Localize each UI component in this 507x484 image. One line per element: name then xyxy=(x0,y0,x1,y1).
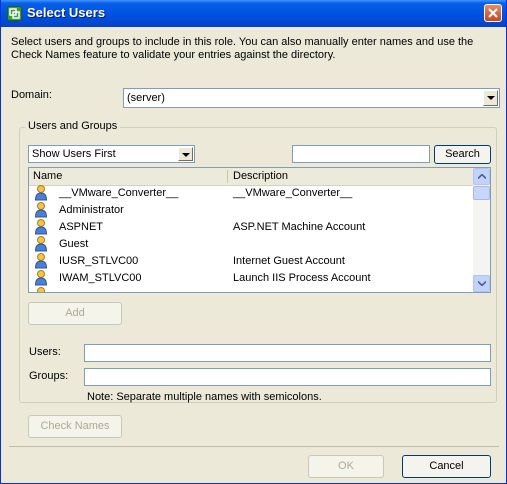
row-description: Launch IIS Process Account xyxy=(233,272,371,284)
search-button-label: Search xyxy=(445,148,480,160)
window-title: Select Users xyxy=(27,5,106,20)
note-text: Note: Separate multiple names with semic… xyxy=(87,391,322,403)
chevron-down-icon xyxy=(478,281,486,286)
user-icon xyxy=(37,287,45,292)
domain-label: Domain: xyxy=(11,89,52,101)
table-row[interactable]: __VMware_Converter__ __VMware_Converter_… xyxy=(29,185,473,202)
add-button[interactable]: Add xyxy=(28,302,122,325)
filter-select[interactable]: Show Users First xyxy=(28,145,195,163)
user-icon xyxy=(35,253,47,269)
user-icon xyxy=(35,185,47,201)
chevron-up-icon xyxy=(478,174,486,179)
users-and-groups-legend: Users and Groups xyxy=(25,120,121,132)
chevron-down-icon xyxy=(487,96,495,100)
user-icon xyxy=(35,236,47,252)
groups-label: Groups: xyxy=(29,370,69,382)
row-name: IUSR_STLVC00 xyxy=(59,255,139,267)
add-button-label: Add xyxy=(65,307,85,319)
row-name: IWAM_STLVC00 xyxy=(59,272,142,284)
row-description: __VMware_Converter__ xyxy=(233,187,353,199)
ok-button[interactable]: OK xyxy=(308,455,384,478)
users-label: Users: xyxy=(29,346,61,358)
cancel-button-label: Cancel xyxy=(429,460,464,472)
row-description: Internet Guest Account xyxy=(233,255,345,267)
domain-select[interactable]: (server) xyxy=(123,88,500,108)
select-users-dialog: Select Users Select users and groups to … xyxy=(0,0,507,484)
column-header-description[interactable]: Description xyxy=(233,170,288,182)
title-bar[interactable]: Select Users xyxy=(1,0,506,27)
search-button[interactable]: Search xyxy=(434,145,491,164)
list-scrollbar[interactable] xyxy=(473,168,490,292)
users-list[interactable]: Name Description __VMware_Converter__ __… xyxy=(28,167,491,293)
scroll-thumb[interactable] xyxy=(473,186,490,200)
row-name: Administrator xyxy=(59,204,124,216)
table-row[interactable]: IUSR_STLVC00 Internet Guest Account xyxy=(29,253,473,270)
groups-input[interactable] xyxy=(84,368,491,386)
ok-button-label: OK xyxy=(338,460,354,472)
user-icon xyxy=(35,202,47,218)
list-header: Name Description xyxy=(29,168,473,186)
table-row[interactable]: IWAM_STLVC00 Launch IIS Process Account xyxy=(29,270,473,287)
close-icon xyxy=(488,8,498,18)
table-row[interactable]: ASPNET ASP.NET Machine Account xyxy=(29,219,473,236)
domain-dropdown-button[interactable] xyxy=(483,90,498,106)
row-description: ASP.NET Machine Account xyxy=(233,221,366,233)
users-input[interactable] xyxy=(84,344,491,362)
check-names-button[interactable]: Check Names xyxy=(28,415,122,438)
row-name: Guest xyxy=(59,238,89,250)
user-icon xyxy=(35,219,47,235)
cancel-button[interactable]: Cancel xyxy=(402,455,491,478)
instructions-text: Select users and groups to include in th… xyxy=(11,36,474,61)
domain-value: (server) xyxy=(127,92,165,104)
chevron-down-icon xyxy=(182,153,190,157)
scroll-up-button[interactable] xyxy=(473,168,490,185)
check-names-button-label: Check Names xyxy=(40,420,110,432)
footer-divider xyxy=(9,446,499,447)
table-row[interactable]: Administrator xyxy=(29,202,473,219)
vmware-icon xyxy=(7,6,22,21)
row-name: ASPNET xyxy=(59,221,104,233)
column-divider[interactable] xyxy=(227,170,228,183)
row-name: __VMware_Converter__ xyxy=(59,187,179,199)
table-row-partial[interactable] xyxy=(29,287,473,292)
filter-value: Show Users First xyxy=(32,148,116,160)
filter-dropdown-button[interactable] xyxy=(178,147,193,161)
scroll-down-button[interactable] xyxy=(473,275,490,292)
column-header-name[interactable]: Name xyxy=(33,170,62,182)
user-icon xyxy=(35,270,47,286)
table-row[interactable]: Guest xyxy=(29,236,473,253)
close-button[interactable] xyxy=(484,4,502,22)
search-input[interactable] xyxy=(292,145,430,163)
